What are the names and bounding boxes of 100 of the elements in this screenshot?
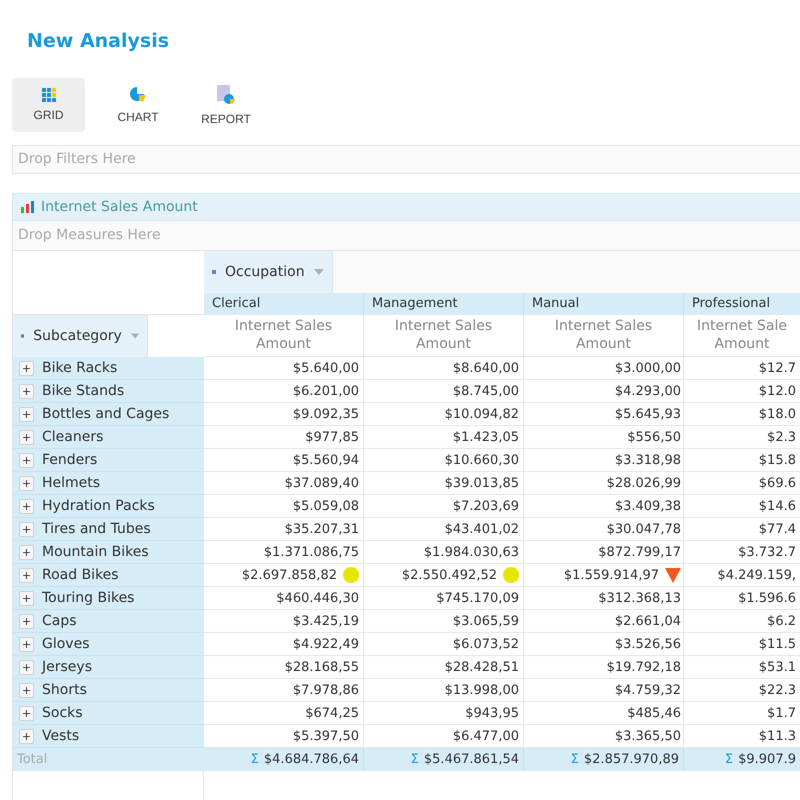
row-header[interactable]: Helmets	[42, 475, 100, 491]
table-cell: $28.428,51	[444, 660, 519, 674]
table-cell: $4.249.159,	[717, 568, 796, 582]
table-cell: $556,50	[627, 430, 681, 444]
row-header[interactable]: Hydration Packs	[42, 498, 155, 514]
row-field-chip[interactable]: Subcategory	[13, 315, 148, 357]
expand-button[interactable]: +	[19, 384, 34, 398]
table-cell: $6.2	[767, 614, 796, 628]
table-cell: $4.759,32	[614, 682, 681, 698]
row-header[interactable]: Caps	[42, 613, 77, 629]
measure-column-header: Internet Sales Amount	[204, 315, 364, 357]
expand-button[interactable]: +	[19, 476, 34, 490]
column-field-chip[interactable]: Occupation	[204, 251, 333, 293]
table-cell: $8.745,00	[452, 384, 519, 398]
table-cell: $2.3	[767, 430, 796, 444]
table-cell: $1.423,05	[452, 430, 519, 444]
sum-icon: Σ	[250, 752, 259, 767]
table-cell: $15.8	[758, 452, 796, 468]
table-cell: $3.065,59	[452, 614, 519, 628]
table-cell: $14.6	[758, 498, 796, 514]
view-button[interactable]: CHART	[103, 78, 173, 132]
expand-button[interactable]: +	[19, 406, 34, 422]
grid-icon	[42, 88, 56, 102]
table-cell: $19.792,18	[606, 660, 681, 674]
table-cell: $1.7	[767, 706, 796, 720]
row-header[interactable]: Road Bikes	[42, 567, 119, 583]
row-header[interactable]: Gloves	[42, 636, 90, 652]
column-header[interactable]: Clerical	[204, 293, 364, 315]
table-cell: $5.640,00	[292, 360, 359, 376]
table-cell: $674,25	[305, 706, 359, 720]
expand-button[interactable]: +	[19, 430, 34, 444]
measure-column-header: Internet Sales Amount	[524, 315, 684, 357]
view-button[interactable]: GRID	[12, 78, 85, 132]
table-cell: $35.207,31	[284, 522, 359, 536]
row-header[interactable]: Fenders	[42, 452, 98, 468]
total-cell: $9.907.9	[738, 752, 796, 767]
row-header[interactable]: Cleaners	[42, 429, 104, 445]
expand-button[interactable]: +	[19, 682, 34, 698]
bar-chart-icon	[21, 201, 35, 213]
expand-button[interactable]: +	[19, 452, 34, 468]
table-cell: $6.201,00	[292, 384, 359, 398]
table-cell: $30.047,78	[606, 522, 681, 536]
total-cell: $4.684.786,64	[264, 752, 359, 767]
table-cell: $9.092,35	[292, 406, 359, 422]
table-cell: $11.5	[758, 636, 796, 652]
row-header[interactable]: Bike Racks	[42, 360, 118, 376]
expand-button[interactable]: +	[19, 636, 34, 652]
column-header[interactable]: Professional	[684, 293, 800, 315]
table-cell: $8.640,00	[452, 360, 519, 376]
column-header[interactable]: Management	[364, 293, 524, 315]
table-cell: $5.397,50	[292, 728, 359, 744]
expand-button[interactable]: +	[19, 544, 34, 560]
expand-button[interactable]: +	[19, 568, 34, 582]
table-cell: $2.661,04	[614, 614, 681, 628]
table-cell: $2.697.858,82	[242, 568, 337, 582]
table-cell: $1.596.6	[738, 590, 796, 606]
row-header[interactable]: Jerseys	[42, 659, 92, 675]
expand-button[interactable]: +	[19, 522, 34, 536]
expand-button[interactable]: +	[19, 614, 34, 628]
table-cell: $6.073,52	[452, 636, 519, 652]
table-cell: $11.3	[758, 728, 796, 744]
table-cell: $6.477,00	[452, 728, 519, 744]
table-cell: $12.0	[758, 384, 796, 398]
table-cell: $2.550.492,52	[402, 568, 497, 582]
table-cell: $4.293,00	[614, 384, 681, 398]
field-marker-icon	[212, 270, 216, 274]
expand-button[interactable]: +	[19, 590, 34, 606]
table-cell: $3.000,00	[614, 360, 681, 376]
field-marker-icon	[21, 334, 24, 338]
table-cell: $22.3	[758, 682, 796, 698]
row-header[interactable]: Touring Bikes	[42, 590, 134, 606]
row-header[interactable]: Bike Stands	[42, 383, 124, 399]
table-cell: $28.026,99	[606, 476, 681, 490]
dropdown-caret-icon	[130, 333, 139, 339]
expand-button[interactable]: +	[19, 660, 34, 674]
expand-button[interactable]: +	[19, 498, 34, 514]
table-cell: $745.170,09	[436, 590, 519, 606]
measure-column-header: Internet Sales Amount	[364, 315, 524, 357]
table-cell: $53.1	[758, 660, 796, 674]
table-cell: $1.371.086,75	[264, 544, 359, 560]
expand-button[interactable]: +	[19, 728, 34, 744]
table-cell: $1.984.030,63	[424, 544, 519, 560]
row-header[interactable]: Mountain Bikes	[42, 544, 149, 560]
row-header[interactable]: Bottles and Cages	[42, 406, 170, 422]
total-cell: $5.467.861,54	[424, 752, 519, 767]
expand-button[interactable]: +	[19, 360, 34, 376]
row-header[interactable]: Vests	[42, 728, 80, 744]
row-header[interactable]: Socks	[42, 705, 83, 721]
table-cell: $312.368,13	[598, 590, 681, 606]
table-cell: $10.094,82	[444, 406, 519, 422]
column-header[interactable]: Manual	[524, 293, 684, 315]
row-header[interactable]: Shorts	[42, 682, 87, 698]
table-cell: $77.4	[758, 522, 796, 536]
table-cell: $69.6	[758, 476, 796, 490]
row-header[interactable]: Tires and Tubes	[42, 521, 151, 537]
view-button[interactable]: REPORT	[191, 78, 261, 132]
expand-button[interactable]: +	[19, 706, 34, 720]
sum-icon: Σ	[724, 752, 734, 767]
table-cell: $43.401,02	[444, 522, 519, 536]
page-title: New Analysis	[26, 29, 170, 54]
